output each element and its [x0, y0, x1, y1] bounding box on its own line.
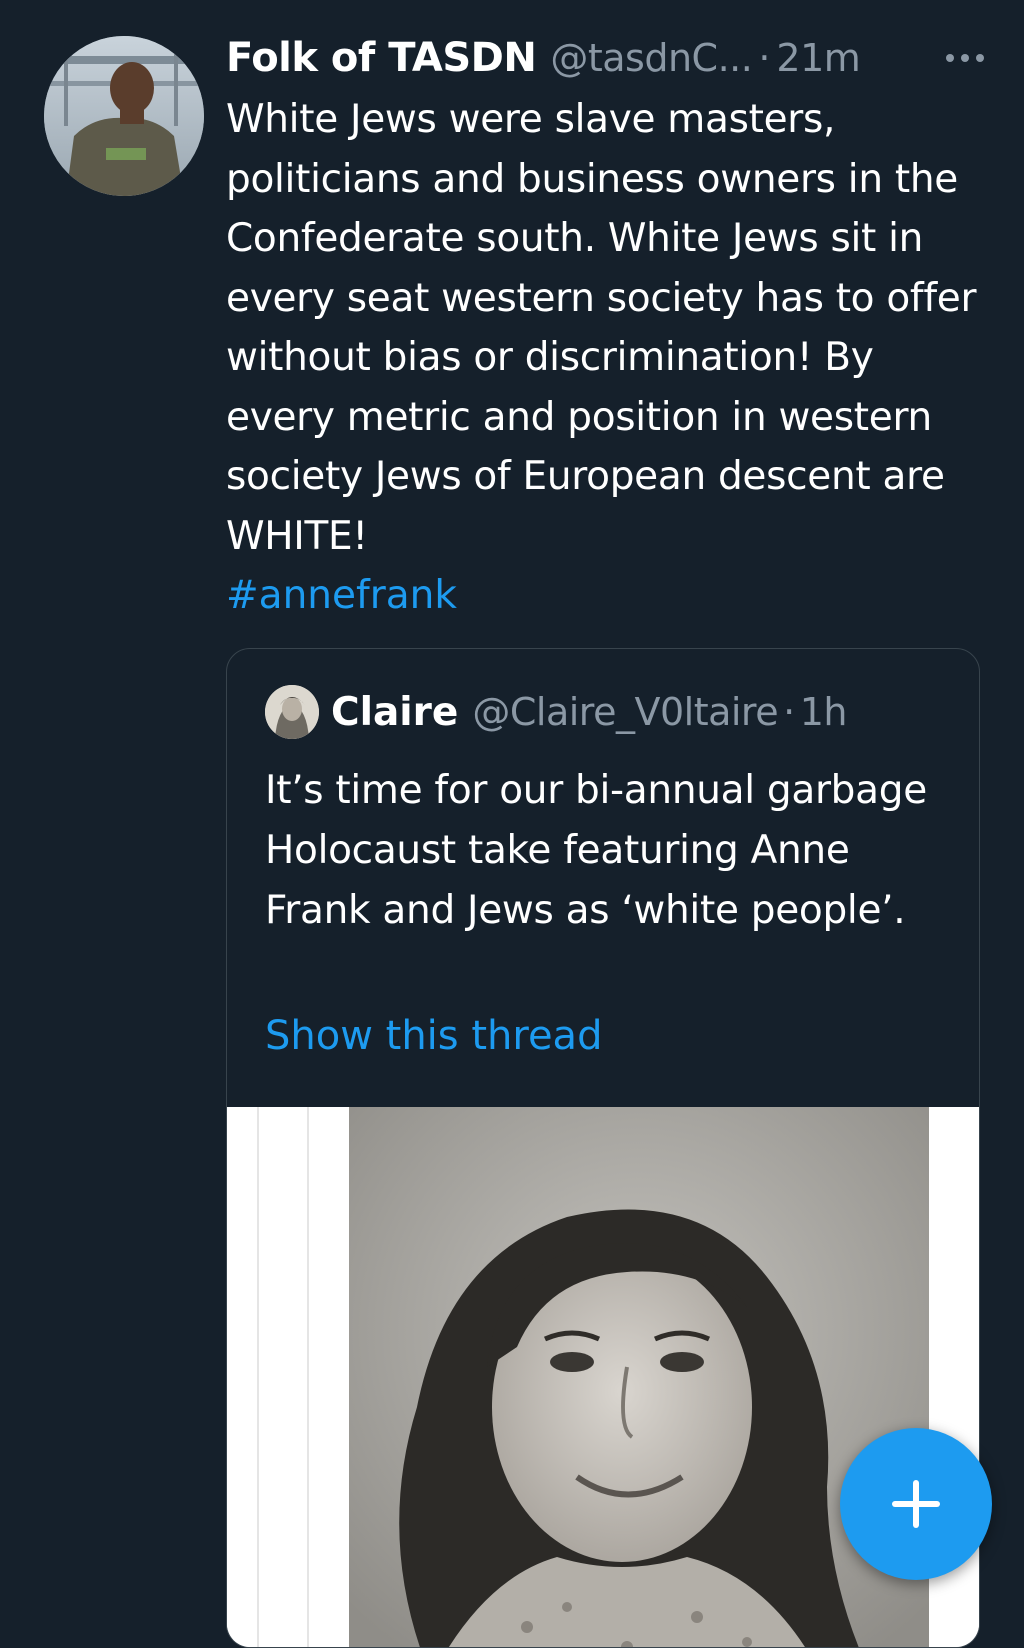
more-dot [976, 54, 984, 62]
quoted-tweet-text: It’s time for our bi-annual garbage Holo… [265, 768, 927, 933]
more-dot [961, 54, 969, 62]
more-dot [946, 54, 954, 62]
show-thread-link[interactable]: Show this thread [265, 1013, 602, 1059]
quoted-author-handle[interactable]: @Claire_V0ltaire [472, 690, 778, 734]
quoted-tweet-photo[interactable] [227, 1107, 979, 1647]
tweet-timestamp[interactable]: 21m [776, 36, 860, 80]
separator-dot: · [783, 690, 795, 734]
author-display-name[interactable]: Folk of TASDN [226, 35, 537, 81]
tweet-header: Folk of TASDN @tasdnC... · 21m [226, 28, 984, 88]
compose-tweet-button[interactable] [840, 1428, 992, 1580]
hashtag-link[interactable]: #annefrank [226, 566, 457, 626]
quoted-tweet-header: Claire @Claire_V0ltaire · 1h [265, 685, 847, 739]
more-options-icon[interactable] [946, 54, 984, 64]
author-handle[interactable]: @tasdnC... [550, 36, 752, 80]
quoted-author-display-name[interactable]: Claire [331, 690, 458, 735]
separator-dot: · [758, 36, 771, 80]
quoted-tweet-timestamp[interactable]: 1h [800, 690, 848, 734]
tweet-text: White Jews were slave masters, politicia… [226, 97, 977, 559]
author-avatar[interactable] [44, 36, 204, 196]
quoted-author-avatar [265, 685, 319, 739]
plus-icon [913, 1480, 919, 1528]
